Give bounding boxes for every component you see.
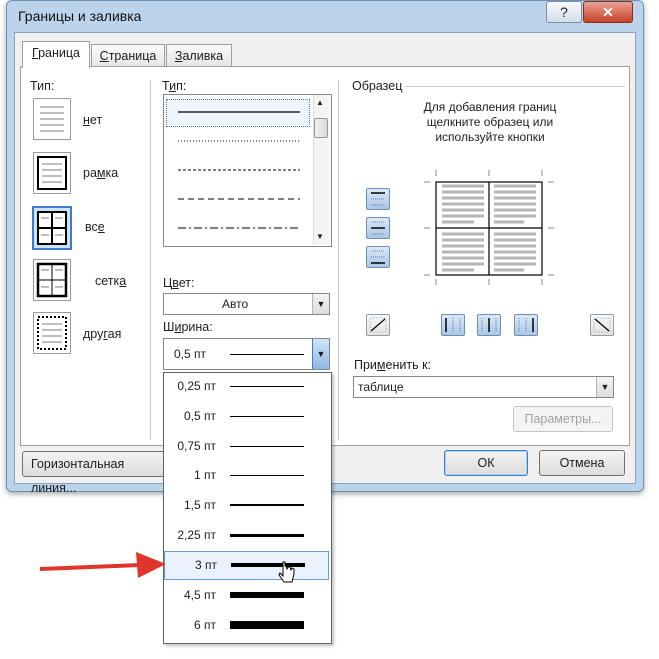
setting-label-all[interactable]: все [85,220,105,234]
list-item[interactable]: 0,75 пт [164,433,329,460]
top-border-button[interactable] [366,188,390,210]
divider [150,80,151,440]
color-select[interactable]: Авто ▼ [163,293,330,315]
chevron-down-icon[interactable]: ▼ [596,377,613,397]
ok-button[interactable]: ОК [444,450,528,476]
setting-label-none[interactable]: нет [83,113,102,127]
box-border-icon[interactable] [33,152,71,194]
width-value: 0,5 пт [174,347,207,361]
dialog-title: Границы и заливка [18,8,142,24]
divider [338,80,339,440]
scroll-down-icon[interactable]: ▼ [316,232,324,241]
apply-to-label: Применить к: [354,358,432,372]
scroll-up-icon[interactable]: ▲ [316,98,324,107]
apply-to-value: таблице [358,380,404,394]
width-dropdown-list[interactable]: 0,25 пт 0,5 пт 0,75 пт 1 пт 1,5 пт 2,25 … [163,372,332,644]
tab-shading[interactable]: Заливка [166,44,232,67]
list-item[interactable]: 4,5 пт [164,582,329,609]
apply-to-select[interactable]: таблице ▼ [353,376,614,398]
diagonal-up-button[interactable] [366,314,390,336]
mouse-pointer-icon [278,561,295,583]
list-item[interactable]: 2,25 пт [164,522,329,549]
width-label: Ширина: [163,320,213,334]
red-arrow-annotation [40,552,166,578]
line-style-samples [178,111,300,229]
preview-header: Образец [352,79,403,93]
inside-horizontal-button[interactable] [366,217,390,239]
chevron-down-icon[interactable]: ▼ [312,294,329,314]
cancel-button[interactable]: Отмена [539,450,625,476]
left-border-button[interactable] [441,314,465,336]
preview-header-rule [405,86,625,87]
setting-label-grid[interactable]: сетка [95,274,126,288]
color-value: Авто [222,297,249,311]
setting-label-custom[interactable]: другая [83,327,121,341]
close-button[interactable]: ✕ [583,1,633,23]
tab-border[interactable]: Граница [22,41,90,68]
grid-border-icon[interactable] [33,259,71,301]
setting-label-box[interactable]: рамка [83,166,118,180]
all-borders-icon[interactable] [32,206,72,250]
custom-border-icon[interactable] [33,312,71,354]
right-border-button[interactable] [514,314,538,336]
style-header: Тип: [162,79,187,93]
color-label: Цвет: [163,276,195,290]
horizontal-line-button[interactable]: Горизонтальная линия... [22,451,174,495]
tab-page-border[interactable]: Страница [91,44,165,67]
setting-header: Тип: [30,79,55,93]
width-select[interactable]: 0,5 пт ▼ [163,338,330,370]
list-item-highlighted[interactable]: 3 пт [164,551,329,580]
list-item[interactable]: 1,5 пт [164,492,329,519]
list-item[interactable]: 0,25 пт [164,373,329,400]
chevron-down-icon[interactable]: ▼ [312,339,329,369]
help-button[interactable]: ? [546,1,582,23]
preview-sample[interactable] [424,170,554,285]
preview-hint: Для добавления границ щелкните образец ил… [423,100,557,144]
bottom-border-button[interactable] [366,246,390,268]
scroll-thumb[interactable] [314,118,328,138]
inside-vertical-button[interactable] [477,314,501,336]
options-button[interactable]: Параметры... [513,406,613,432]
none-border-icon[interactable] [33,98,71,140]
width-sample-line [230,354,304,355]
diagonal-down-button[interactable] [590,314,614,336]
list-item[interactable]: 6 пт [164,612,329,639]
list-item[interactable]: 1 пт [164,462,329,489]
list-item[interactable]: 0,5 пт [164,403,329,430]
